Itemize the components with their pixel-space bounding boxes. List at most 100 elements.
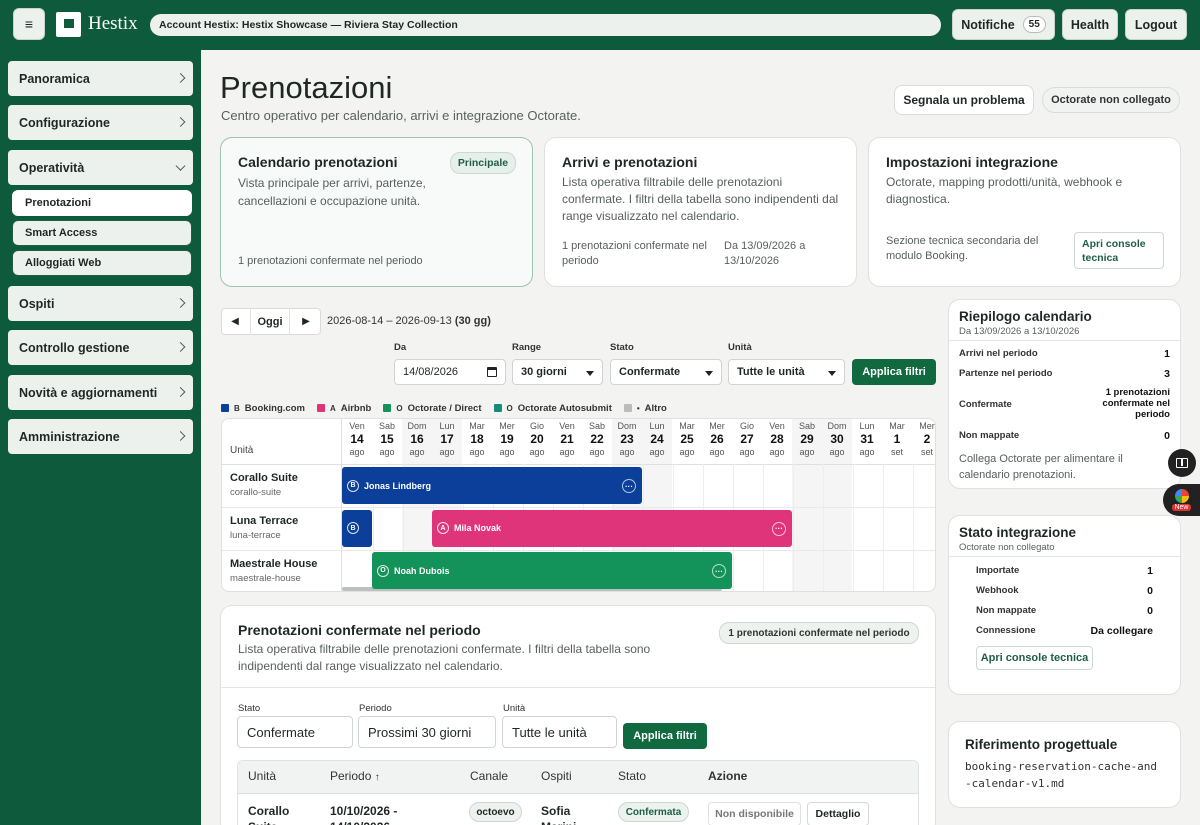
day-m: ago: [439, 447, 455, 457]
col-canale[interactable]: Canale: [470, 769, 508, 783]
day-n: 16: [410, 432, 424, 446]
detail-button[interactable]: Dettaglio: [807, 802, 869, 825]
sidebar-item-ospiti[interactable]: Ospiti: [8, 286, 193, 321]
filter-stato-select[interactable]: Confermate: [610, 359, 722, 385]
legend-code: O: [396, 403, 403, 413]
cell-periodo: 10/10/2026 - 14/10/2026: [330, 804, 398, 825]
col-ospiti[interactable]: Ospiti: [541, 769, 572, 783]
day-column-header: Gio 27 ago: [732, 420, 762, 459]
day-column-header: Mer 2 set: [912, 420, 942, 459]
new-badge: New: [1172, 504, 1191, 511]
sidebar-subitem-alloggiati-web[interactable]: Alloggiati Web: [12, 250, 192, 276]
card-calendario[interactable]: Calendario prenotazioni Principale Vista…: [220, 137, 533, 287]
table-row[interactable]: Corallo Suite: [248, 803, 318, 825]
reservation-bar[interactable]: O Noah Dubois ···: [372, 552, 732, 589]
summary-value: 1 prenotazioni confermate nel periodo: [1102, 387, 1170, 420]
unit-name: Corallo Suite: [230, 472, 298, 484]
sidebar-item-panoramica[interactable]: Panoramica: [8, 61, 193, 96]
more-options-icon[interactable]: ···: [712, 564, 726, 578]
new-feature-widget[interactable]: New: [1163, 484, 1200, 516]
filter-unita-select[interactable]: Tutte le unità: [728, 359, 845, 385]
notifications-button[interactable]: Notifiche 55: [952, 9, 1055, 40]
sidebar-item-configurazione[interactable]: Configurazione: [8, 105, 193, 140]
day-n: 2: [923, 432, 931, 446]
day-column-header: Ven 21 ago: [552, 420, 582, 459]
page-title: Prenotazioni: [220, 70, 393, 105]
unit-column-header: Unità: [230, 445, 254, 456]
unit-row-maestrale: Maestrale House maestrale-house: [230, 558, 317, 584]
integration-value: 1: [1147, 565, 1153, 577]
list-apply-filters-button[interactable]: Applica filtri: [623, 723, 707, 749]
day-m: ago: [349, 447, 365, 457]
day-column-header: Lun 31 ago: [852, 420, 882, 459]
more-options-icon[interactable]: ···: [772, 521, 786, 536]
notifications-count-badge: 55: [1022, 16, 1046, 33]
col-unita[interactable]: Unità: [248, 769, 276, 783]
summary-value: 0: [1164, 430, 1170, 442]
card-footer: 1 prenotazioni confermate nel periodo: [238, 255, 423, 267]
list-filter-periodo[interactable]: Prossimi 30 giorni: [358, 716, 496, 748]
channel-chip: A: [437, 522, 449, 534]
caret-down-icon: [586, 371, 594, 376]
open-tech-console-button[interactable]: Apri console tecnica: [1074, 232, 1164, 269]
sidebar-subitem-prenotazioni[interactable]: Prenotazioni: [12, 190, 192, 216]
integration-key: Importate: [976, 565, 1020, 576]
reservation-bar[interactable]: A Mila Novak ···: [432, 509, 792, 547]
card-arrivi[interactable]: Arrivi e prenotazioni Lista operativa fi…: [544, 137, 857, 287]
col-periodo[interactable]: Periodo ↑: [330, 769, 380, 783]
day-n: 26: [710, 432, 724, 446]
report-problem-button[interactable]: Segnala un problema: [894, 85, 1034, 115]
day-n: 1: [893, 432, 901, 446]
list-filter-unita[interactable]: Tutte le unità: [502, 716, 617, 748]
filter-da-input[interactable]: 14/08/2026: [394, 359, 506, 385]
day-n: 17: [440, 432, 454, 446]
sidebar-item-amministrazione[interactable]: Amministrazione: [8, 419, 193, 454]
unit-slug: maestrale-house: [230, 573, 301, 584]
logout-button[interactable]: Logout: [1125, 9, 1187, 40]
card-integrazione[interactable]: Impostazioni integrazione Octorate, mapp…: [868, 137, 1181, 287]
summary-card: Riepilogo calendario Da 13/09/2026 a 13/…: [948, 299, 1181, 489]
more-options-icon[interactable]: ···: [622, 479, 636, 493]
filter-da-label: Da: [394, 342, 407, 353]
card-footer: 1 prenotazioni confermate nel periodo: [562, 240, 707, 267]
reservation-bar[interactable]: B Jonas Lindberg ···: [342, 467, 642, 504]
day-m: ago: [379, 447, 395, 457]
chevron-right-icon: [175, 297, 186, 308]
col-stato[interactable]: Stato: [618, 769, 646, 783]
day-m: ago: [469, 447, 485, 457]
sidebar-item-operativita[interactable]: Operatività: [8, 150, 193, 185]
legend-swatch: [493, 404, 502, 412]
integration-key: Connessione: [976, 625, 1036, 636]
sidebar-subitem-smart-access[interactable]: Smart Access: [12, 220, 192, 246]
menu-button[interactable]: ≡: [13, 8, 45, 40]
legend-code: A: [329, 403, 336, 413]
card-badge: Principale: [450, 152, 516, 174]
day-n: 14: [350, 432, 364, 446]
legend-label: Booking.com: [244, 402, 305, 414]
account-selector[interactable]: Account Hestix: Hestix Showcase — Rivier…: [150, 14, 941, 36]
next-arrow-icon[interactable]: ▶: [295, 308, 317, 335]
health-button[interactable]: Health: [1062, 9, 1118, 40]
legend-label: Octorate / Direct: [407, 402, 482, 414]
colorful-logo-icon: [1174, 489, 1189, 503]
chevron-right-icon: [175, 116, 186, 127]
filter-range-select[interactable]: 30 giorni: [512, 359, 603, 385]
sidebar-item-controllo-gestione[interactable]: Controllo gestione: [8, 330, 193, 365]
reservation-bar[interactable]: B: [342, 509, 372, 547]
filter-unita-label: Unità: [728, 342, 752, 353]
card-description: Lista operativa filtrabile delle prenota…: [562, 175, 839, 223]
prev-arrow-icon[interactable]: ◀: [225, 308, 245, 335]
day-n: 20: [530, 432, 544, 446]
unit-row-luna: Luna Terrace luna-terrace: [230, 515, 298, 541]
calendar-apply-filters-button[interactable]: Applica filtri: [852, 359, 936, 385]
day-column-header: Mer 19 ago: [492, 420, 522, 459]
day-m: ago: [409, 447, 425, 457]
today-button[interactable]: Oggi: [250, 308, 290, 335]
filter-stato-value: Confermate: [619, 366, 681, 378]
filter-range-value: 30 giorni: [521, 366, 567, 378]
book-icon[interactable]: [1168, 449, 1196, 477]
sidebar-item-novita[interactable]: Novità e aggiornamenti: [8, 375, 193, 410]
sidebar-item-label: Operatività: [19, 160, 85, 175]
integration-console-button[interactable]: Apri console tecnica: [976, 646, 1093, 670]
list-filter-stato[interactable]: Confermate: [237, 716, 353, 748]
